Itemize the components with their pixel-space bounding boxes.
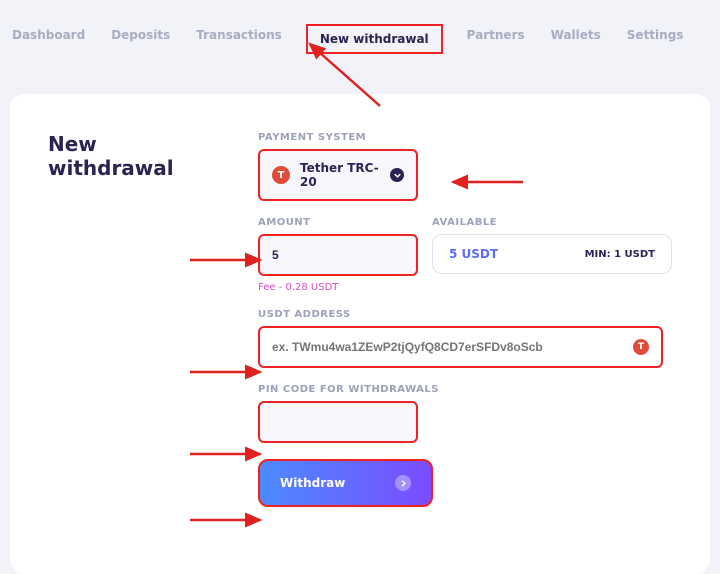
payment-system-value: Tether TRC-20 — [300, 161, 380, 189]
payment-system-select[interactable]: T Tether TRC-20 — [258, 149, 418, 201]
address-input[interactable] — [258, 326, 663, 368]
nav-wallets[interactable]: Wallets — [549, 24, 603, 54]
nav-settings[interactable]: Settings — [625, 24, 686, 54]
tether-icon: T — [272, 166, 290, 184]
minimum-text: MIN: 1 USDT — [585, 249, 655, 260]
address-label: USDT ADDRESS — [258, 309, 672, 320]
nav-new-withdrawal[interactable]: New withdrawal — [306, 24, 443, 54]
chevron-down-icon — [390, 168, 404, 182]
pin-field: PIN CODE FOR WITHDRAWALS — [258, 384, 672, 443]
nav-dashboard[interactable]: Dashboard — [10, 24, 87, 54]
amount-field: AMOUNT Fee - 0.28 USDT — [258, 217, 418, 293]
pin-input[interactable] — [258, 401, 418, 443]
address-field: USDT ADDRESS T — [258, 309, 672, 368]
top-nav: Dashboard Deposits Transactions New with… — [0, 0, 720, 72]
withdrawal-card: New withdrawal PAYMENT SYSTEM T Tether T… — [10, 94, 710, 574]
arrow-right-icon — [395, 475, 411, 491]
nav-partners[interactable]: Partners — [465, 24, 527, 54]
amount-input[interactable] — [258, 234, 418, 276]
payment-system-label: PAYMENT SYSTEM — [258, 132, 672, 143]
withdrawal-form: PAYMENT SYSTEM T Tether TRC-20 AMOUNT Fe… — [258, 132, 672, 544]
nav-deposits[interactable]: Deposits — [109, 24, 172, 54]
nav-transactions[interactable]: Transactions — [194, 24, 284, 54]
available-label: AVAILABLE — [432, 217, 672, 228]
page-title: New withdrawal — [48, 132, 198, 544]
pin-label: PIN CODE FOR WITHDRAWALS — [258, 384, 672, 395]
available-value: 5 USDT — [449, 247, 498, 261]
payment-system-field: PAYMENT SYSTEM T Tether TRC-20 — [258, 132, 672, 201]
withdraw-button-label: Withdraw — [280, 476, 345, 490]
tether-icon: T — [633, 339, 649, 355]
fee-text: Fee - 0.28 USDT — [258, 282, 418, 293]
available-field: AVAILABLE 5 USDT MIN: 1 USDT — [432, 217, 672, 274]
amount-label: AMOUNT — [258, 217, 418, 228]
available-box: 5 USDT MIN: 1 USDT — [432, 234, 672, 274]
withdraw-button[interactable]: Withdraw — [258, 459, 433, 507]
